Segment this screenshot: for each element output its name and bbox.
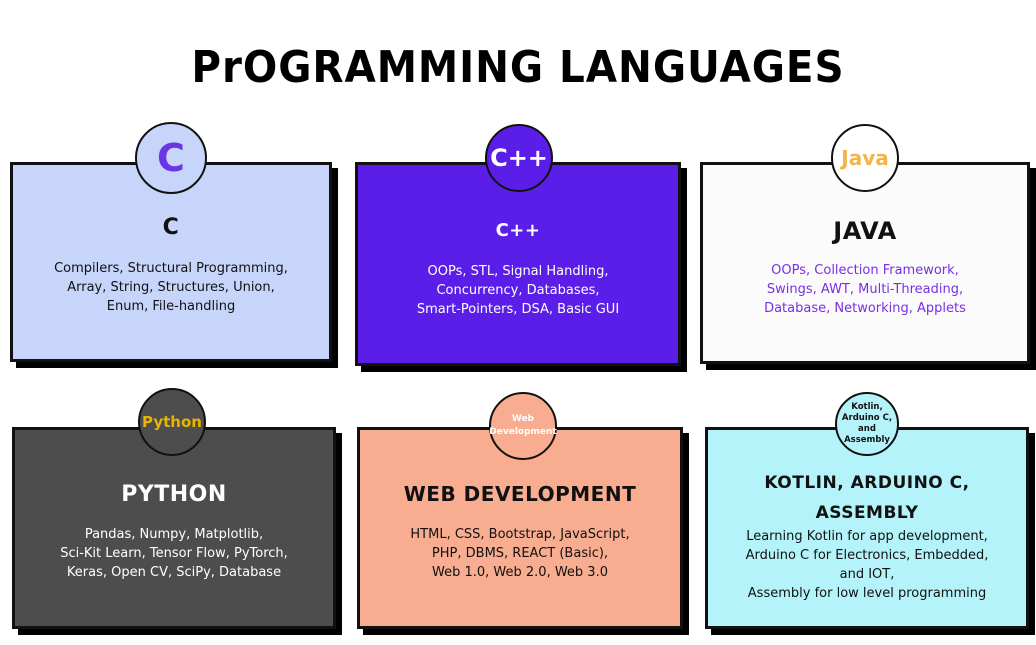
web-badge-label: Web Development [489, 413, 556, 439]
python-badge-label: Python [142, 413, 202, 431]
card-python-heading: PYTHON [121, 482, 227, 507]
kotlin-badge-line: Arduino C, [841, 413, 893, 423]
card-kotlin-line: Assembly for low level programming [747, 586, 987, 601]
card-kotlin-body: Learning Kotlin for app development, Ard… [708, 527, 1026, 603]
python-badge-icon: Python [138, 388, 206, 456]
web-badge-line: Development [489, 427, 557, 437]
web-development-badge-icon: Web Development [489, 392, 557, 460]
card-c-line: Compilers, Structural Programming, [54, 261, 288, 276]
card-web-line: HTML, CSS, Bootstrap, JavaScript, [410, 527, 630, 542]
card-kotlin-heading: KOTLIN, ARDUINO C, ASSEMBLY [708, 468, 1026, 528]
card-c-line: Enum, File-handling [106, 299, 236, 314]
c-badge-icon: C [135, 122, 207, 194]
card-python-line: Sci-Kit Learn, Tensor Flow, PyTorch, [60, 546, 288, 561]
java-badge-label: Java [841, 146, 889, 170]
card-python: PYTHON Pandas, Numpy, Matplotlib, Sci-Ki… [12, 427, 336, 629]
card-java-line: Database, Networking, Applets [764, 301, 966, 316]
kotlin-badge-line: and [858, 424, 876, 434]
card-kotlin-heading-line: KOTLIN, ARDUINO C, [764, 473, 970, 493]
card-kotlin-heading-line: ASSEMBLY [815, 503, 919, 523]
c-badge-label: C [157, 136, 185, 180]
card-kotlin-line: Learning Kotlin for app development, [746, 529, 988, 544]
card-kotlin-arduino-assembly: KOTLIN, ARDUINO C, ASSEMBLY Learning Kot… [705, 427, 1029, 629]
card-cpp-line: OOPs, STL, Signal Handling, [427, 264, 609, 279]
web-badge-line: Web [511, 414, 535, 424]
cpp-badge-label: C++ [490, 144, 548, 172]
card-kotlin-line: Arduino C for Electronics, Embedded, [745, 548, 989, 563]
card-java-line: OOPs, Collection Framework, [771, 263, 959, 278]
card-cpp-line: Smart-Pointers, DSA, Basic GUI [416, 302, 620, 317]
kotlin-badge-line: Assembly [844, 435, 890, 445]
card-cpp-line: Concurrency, Databases, [436, 283, 600, 298]
card-python-line: Pandas, Numpy, Matplotlib, [84, 527, 264, 542]
cpp-badge-icon: C++ [485, 124, 553, 192]
card-web-line: Web 1.0, Web 2.0, Web 3.0 [432, 565, 608, 580]
card-c-heading: C [162, 215, 180, 240]
card-web-line: PHP, DBMS, REACT (Basic), [431, 546, 609, 561]
card-cpp-heading: C++ [495, 220, 541, 241]
card-python-body: Pandas, Numpy, Matplotlib, Sci-Kit Learn… [15, 525, 333, 582]
card-c-line: Array, String, Structures, Union, [67, 280, 275, 295]
card-python-line: Keras, Open CV, SciPy, Database [66, 565, 282, 580]
card-c-body: Compilers, Structural Programming, Array… [13, 259, 329, 316]
kotlin-badge-icon: Kotlin, Arduino C, and Assembly [835, 392, 899, 456]
card-cpp-body: OOPs, STL, Signal Handling, Concurrency,… [358, 262, 678, 319]
card-java: JAVA OOPs, Collection Framework, Swings,… [700, 162, 1030, 364]
card-web-body: HTML, CSS, Bootstrap, JavaScript, PHP, D… [360, 525, 680, 582]
java-badge-icon: Java [831, 124, 899, 192]
card-java-line: Swings, AWT, Multi-Threading, [766, 282, 964, 297]
kotlin-badge-label: Kotlin, Arduino C, and Assembly [842, 402, 892, 446]
card-kotlin-line: and IOT, [839, 567, 895, 582]
card-cpp: C++ OOPs, STL, Signal Handling, Concurre… [355, 162, 681, 366]
page-title: PrOGRAMMING LANGUAGES [191, 42, 845, 93]
card-java-heading: JAVA [833, 217, 897, 245]
kotlin-badge-line: Kotlin, [851, 402, 883, 412]
card-java-body: OOPs, Collection Framework, Swings, AWT,… [703, 261, 1027, 318]
card-web-heading: WEB DEVELOPMENT [403, 482, 637, 506]
